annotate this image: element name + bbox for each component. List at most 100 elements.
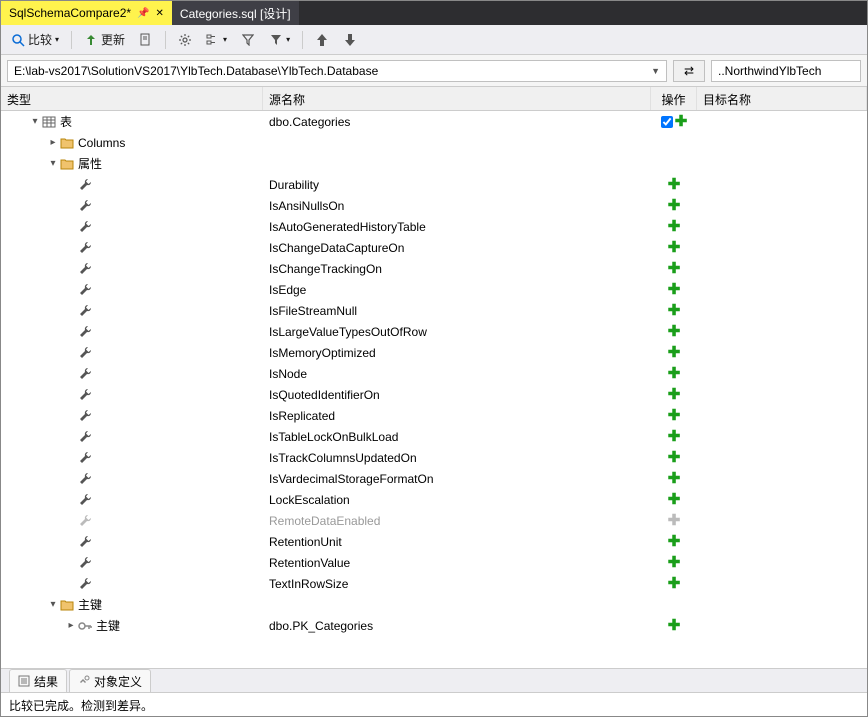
tree-row[interactable]: ▾主键 (1, 594, 867, 615)
include-checkbox[interactable] (661, 116, 673, 128)
expander-icon[interactable]: ▸ (65, 620, 77, 631)
tree-row[interactable]: ▾属性 (1, 153, 867, 174)
tree-row[interactable]: TextInRowSize✚ (1, 573, 867, 594)
add-icon: ✚ (668, 366, 681, 381)
tree-row[interactable]: ▸主键dbo.PK_Categories✚ (1, 615, 867, 636)
source-path-dropdown[interactable]: E:\lab-vs2017\SolutionVS2017\YlbTech.Dat… (7, 60, 667, 82)
tree-row[interactable]: IsReplicated✚ (1, 405, 867, 426)
tree-row[interactable]: IsAnsiNullsOn✚ (1, 195, 867, 216)
tree-row[interactable]: IsEdge✚ (1, 279, 867, 300)
tree-row[interactable]: IsChangeDataCaptureOn ✚ (1, 237, 867, 258)
action-cell: ✚ (651, 324, 697, 339)
tree-row[interactable]: RetentionValue✚ (1, 552, 867, 573)
source-name: RetentionUnit (263, 535, 651, 549)
options-button[interactable] (174, 31, 196, 49)
source-name: IsTableLockOnBulkLoad (263, 430, 651, 444)
add-icon: ✚ (675, 114, 688, 129)
add-icon: ✚ (668, 240, 681, 255)
tab-schema-compare[interactable]: SqlSchemaCompare2* 📌 ✕ (1, 1, 172, 25)
add-icon: ✚ (668, 492, 681, 507)
pin-icon[interactable]: 📌 (137, 8, 149, 19)
table-icon (41, 114, 57, 130)
action-cell: ✚ (651, 303, 697, 318)
filter-button[interactable] (237, 31, 259, 49)
add-icon: ✚ (668, 303, 681, 318)
action-cell: ✚ (651, 240, 697, 255)
action-cell: ✚ (651, 471, 697, 486)
tab-label: Categories.sql [设计] (180, 5, 291, 22)
source-name: IsFileStreamNull (263, 304, 651, 318)
folder-icon (59, 597, 75, 613)
paths-row: E:\lab-vs2017\SolutionVS2017\YlbTech.Dat… (1, 55, 867, 87)
tree-row[interactable]: Durability✚ (1, 174, 867, 195)
tree-row[interactable]: ▾表dbo.Categories✚ (1, 111, 867, 132)
tree-row[interactable]: IsAutoGeneratedHistoryTable✚ (1, 216, 867, 237)
add-icon: ✚ (668, 450, 681, 465)
action-cell: ✚ (651, 345, 697, 360)
tree-row[interactable]: IsQuotedIdentifierOn✚ (1, 384, 867, 405)
add-icon: ✚ (668, 534, 681, 549)
filter-dropdown-button[interactable]: ▾ (265, 31, 294, 49)
object-def-tab[interactable]: 对象定义 (69, 669, 151, 693)
header-action[interactable]: 操作 (651, 87, 697, 110)
wrench-icon (77, 471, 93, 487)
results-tab[interactable]: 结果 (9, 669, 67, 693)
toolbar: 比较 ▾ 更新 ▾ ▾ (1, 25, 867, 55)
target-path-text: ..NorthwindYlbTech (718, 64, 821, 78)
update-label: 更新 (101, 31, 125, 48)
wrench-icon-gray (77, 513, 93, 529)
header-source[interactable]: 源名称 (263, 87, 651, 110)
add-icon: ✚ (668, 219, 681, 234)
header-target[interactable]: 目标名称 (697, 87, 867, 110)
type-label: Columns (78, 136, 125, 150)
expander-icon[interactable]: ▸ (47, 137, 59, 148)
upload-icon (84, 33, 98, 47)
grid-body[interactable]: ▾表dbo.Categories✚▸Columns▾属性Durability✚I… (1, 111, 867, 668)
tree-row[interactable]: RetentionUnit ✚ (1, 531, 867, 552)
source-name: IsEdge (263, 283, 651, 297)
tree-row[interactable]: RemoteDataEnabled✚ (1, 510, 867, 531)
swap-button[interactable]: ⇄ (673, 60, 705, 82)
tree-row[interactable]: IsTrackColumnsUpdatedOn✚ (1, 447, 867, 468)
expander-icon[interactable]: ▾ (47, 599, 59, 610)
tree-row[interactable]: IsLargeValueTypesOutOfRow✚ (1, 321, 867, 342)
source-name: IsAnsiNullsOn (263, 199, 651, 213)
wrench-icon (77, 282, 93, 298)
add-icon: ✚ (668, 387, 681, 402)
group-button[interactable]: ▾ (202, 31, 231, 49)
dropdown-icon: ▾ (55, 35, 59, 44)
action-cell: ✚ (651, 534, 697, 549)
close-icon[interactable]: ✕ (156, 8, 164, 19)
tree-row[interactable]: IsTableLockOnBulkLoad✚ (1, 426, 867, 447)
header-type[interactable]: 类型 (1, 87, 263, 110)
list-icon (18, 675, 30, 687)
update-button[interactable]: 更新 (80, 29, 129, 50)
source-name: IsChangeDataCaptureOn (263, 241, 651, 255)
wrench-icon (77, 576, 93, 592)
add-icon: ✚ (668, 618, 681, 633)
target-path-dropdown[interactable]: ..NorthwindYlbTech (711, 60, 861, 82)
compare-button[interactable]: 比较 ▾ (7, 29, 63, 50)
tab-categories-sql[interactable]: Categories.sql [设计] (172, 1, 299, 25)
action-cell: ✚ (651, 408, 697, 423)
action-cell: ✚ (651, 429, 697, 444)
expander-icon[interactable]: ▾ (47, 158, 59, 169)
wrench-icon (77, 555, 93, 571)
tree-row[interactable]: IsVardecimalStorageFormatOn✚ (1, 468, 867, 489)
tree-row[interactable]: LockEscalation✚ (1, 489, 867, 510)
script-button[interactable] (135, 31, 157, 49)
tree-row[interactable]: IsChangeTrackingOn✚ (1, 258, 867, 279)
prev-diff-button[interactable] (311, 31, 333, 49)
next-diff-button[interactable] (339, 31, 361, 49)
source-name: Durability (263, 178, 651, 192)
tree-row[interactable]: IsFileStreamNull ✚ (1, 300, 867, 321)
tree-row[interactable]: ▸ Columns (1, 132, 867, 153)
magnifier-icon (11, 33, 25, 47)
source-name: IsVardecimalStorageFormatOn (263, 472, 651, 486)
tree-row[interactable]: IsNode✚ (1, 363, 867, 384)
action-cell: ✚ (651, 618, 697, 633)
gear-icon (178, 33, 192, 47)
tree-row[interactable]: IsMemoryOptimized✚ (1, 342, 867, 363)
expander-icon[interactable]: ▾ (29, 116, 41, 127)
action-cell: ✚ (651, 177, 697, 192)
